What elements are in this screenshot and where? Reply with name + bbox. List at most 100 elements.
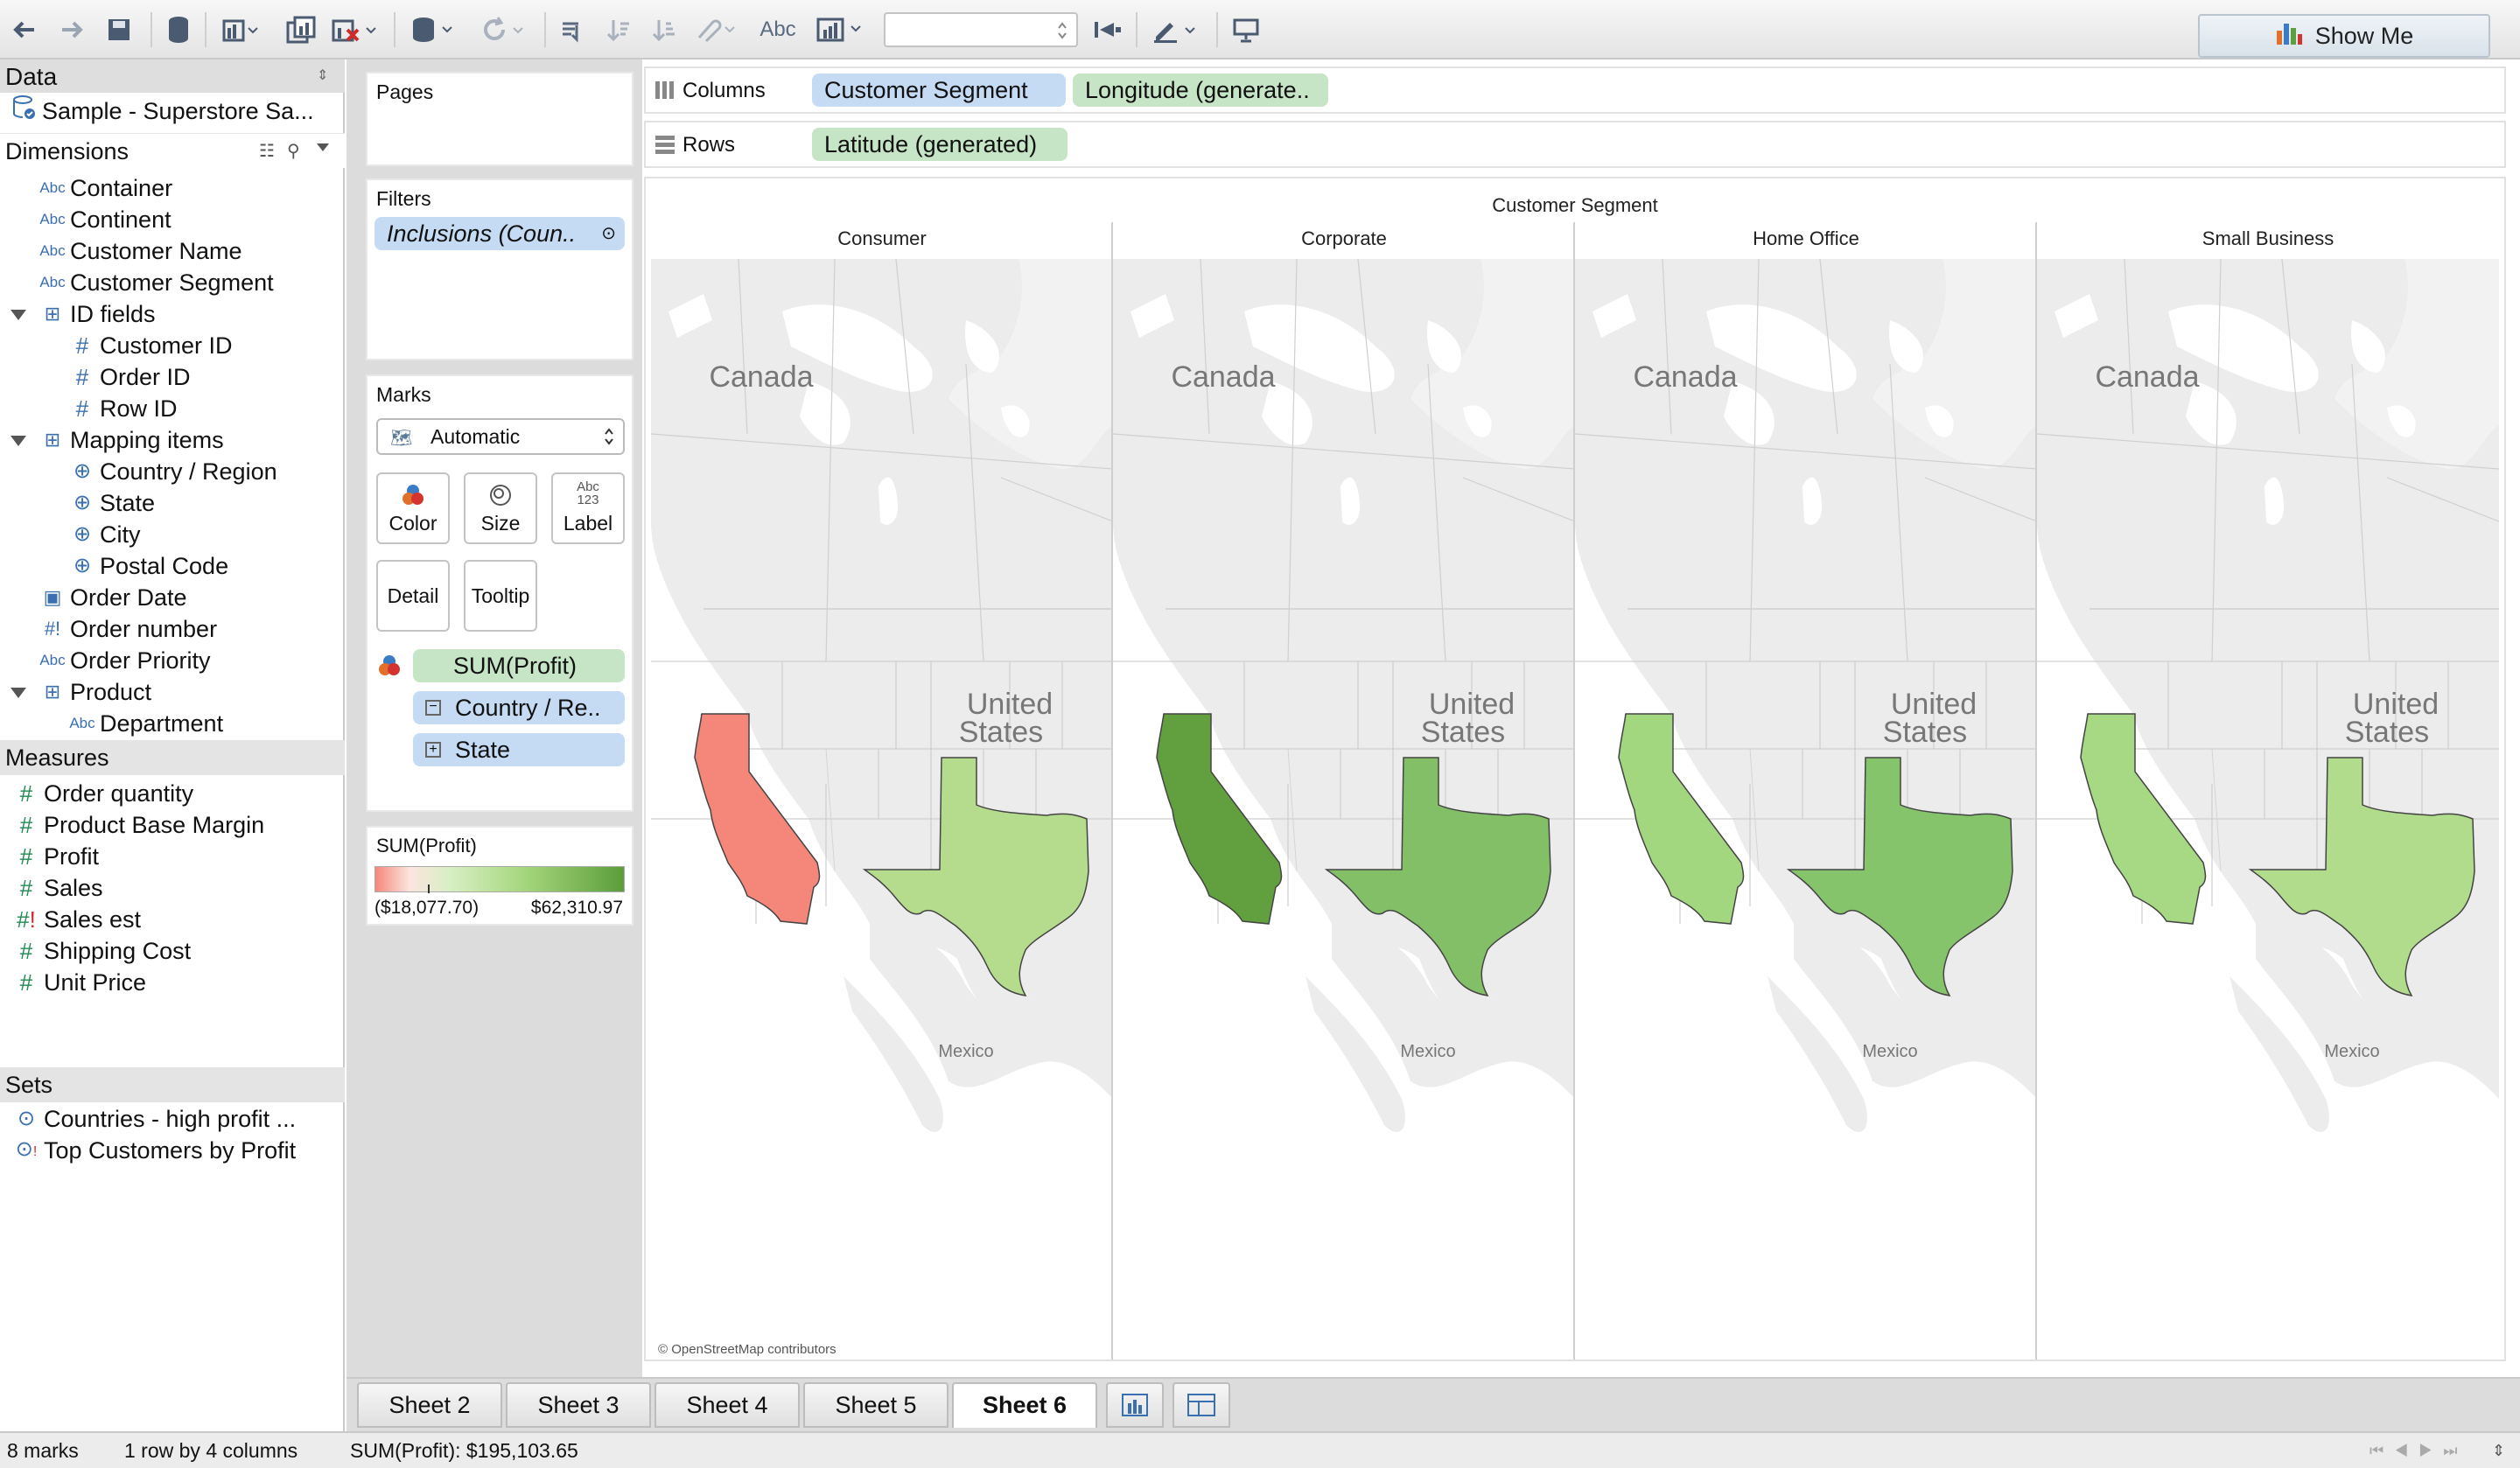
rows-shelf[interactable]: Rows Latitude (generated): [644, 121, 2506, 168]
tab-sheet-3[interactable]: Sheet 3: [506, 1382, 651, 1428]
columns-pill-longitude[interactable]: Longitude (generate..: [1073, 73, 1328, 107]
set-label: Countries - high profit ...: [44, 1106, 297, 1132]
color-button[interactable]: Color: [376, 472, 450, 544]
list-view-icon[interactable]: ☷: [259, 140, 275, 162]
measure-item[interactable]: # Shipping Cost: [9, 936, 191, 966]
dimension-item-city[interactable]: ⊕ City: [65, 520, 141, 549]
dimension-item-mapping-items[interactable]: ⊞ Mapping items: [35, 425, 224, 455]
highlight-icon[interactable]: [1148, 10, 1204, 49]
set-item[interactable]: ⊙ Countries - high profit ...: [9, 1104, 296, 1134]
sort-ascending-icon[interactable]: [600, 10, 635, 49]
tab-sheet-5[interactable]: Sheet 5: [803, 1382, 948, 1428]
expand-icon[interactable]: +: [425, 742, 441, 758]
dimension-label: City: [100, 521, 141, 548]
dimension-item-country-region[interactable]: ⊕ Country / Region: [65, 457, 277, 486]
tab-sheet-6[interactable]: Sheet 6: [952, 1382, 1097, 1428]
dimension-item-order-number[interactable]: #! Order number: [35, 614, 217, 644]
viz-area: Customer Segment Consumer Canada United …: [644, 177, 2506, 1361]
filters-shelf[interactable]: Filters Inclusions (Coun.. ⊙: [366, 178, 634, 360]
dimension-item-customer-id[interactable]: # Customer ID: [65, 331, 233, 360]
measure-item[interactable]: # Unit Price: [9, 968, 146, 997]
save-icon[interactable]: [102, 10, 136, 49]
set-item[interactable]: ⊙! Top Customers by Profit: [9, 1136, 296, 1165]
filter-pill[interactable]: Inclusions (Coun.. ⊙: [374, 217, 625, 250]
detail-pill-state[interactable]: + State: [413, 733, 625, 766]
new-datasource-icon[interactable]: [161, 10, 196, 49]
collapse-triangle-icon[interactable]: [10, 310, 26, 320]
swap-icon[interactable]: [555, 10, 590, 49]
marks-card: Marks 🗺 Automatic Color Size Abc 123 Labe…: [366, 374, 634, 812]
size-icon: [490, 485, 511, 506]
show-me-button[interactable]: Show Me: [2198, 14, 2490, 58]
calendar-icon: ▣: [43, 586, 62, 608]
measure-item[interactable]: # Profit: [9, 842, 99, 871]
map-panel[interactable]: Canada United States Mexico: [651, 259, 1113, 1344]
columns-shelf[interactable]: Columns Customer Segment Longitude (gene…: [644, 66, 2506, 114]
forward-icon[interactable]: [54, 10, 89, 49]
dimension-item-customer-name[interactable]: Abc Customer Name: [35, 236, 242, 266]
measure-item[interactable]: # Product Base Margin: [9, 810, 264, 840]
number-icon: #: [19, 938, 33, 964]
presentation-mode-icon[interactable]: [1228, 10, 1264, 49]
rows-pill-latitude[interactable]: Latitude (generated): [812, 128, 1068, 161]
dimension-item-department[interactable]: Abc Department: [65, 709, 223, 738]
clear-sheet-icon[interactable]: [327, 10, 383, 49]
fit-dropdown[interactable]: [884, 12, 1078, 47]
refresh-icon[interactable]: [478, 10, 530, 49]
dimension-item-id-fields[interactable]: ⊞ ID fields: [35, 299, 156, 329]
map-label-canada: Canada: [2095, 360, 2199, 394]
dimension-item-order-id[interactable]: # Order ID: [65, 362, 191, 392]
number-warning-icon: #!: [17, 906, 36, 933]
fix-axes-icon[interactable]: [1090, 10, 1125, 49]
dimension-item-row-id[interactable]: # Row ID: [65, 394, 178, 423]
tooltip-button[interactable]: Tooltip: [464, 560, 537, 632]
dimension-item-product[interactable]: ⊞ Product: [35, 677, 151, 707]
color-legend[interactable]: SUM(Profit) ($18,077.70) $62,310.97: [366, 826, 634, 926]
collapse-triangle-icon[interactable]: [10, 436, 26, 446]
detail-button[interactable]: Detail: [376, 560, 450, 632]
dimension-item-order-date[interactable]: ▣ Order Date: [35, 583, 187, 612]
mark-type-dropdown[interactable]: 🗺 Automatic: [376, 418, 625, 455]
search-icon[interactable]: ⚲: [287, 140, 300, 162]
label-button[interactable]: Abc 123 Label: [551, 472, 625, 544]
data-pane-menu-icon[interactable]: ⇕: [317, 66, 328, 84]
collapse-icon[interactable]: −: [425, 700, 441, 716]
pane-splitter[interactable]: [346, 59, 362, 1431]
dimension-item-state[interactable]: ⊕ State: [65, 488, 155, 518]
measure-item[interactable]: #! Sales est: [9, 905, 141, 934]
number-icon: #: [19, 969, 33, 996]
dimensions-menu-icon[interactable]: [317, 143, 329, 151]
collapse-triangle-icon[interactable]: [10, 688, 26, 698]
back-icon[interactable]: [7, 10, 42, 49]
dimension-item-customer-segment[interactable]: Abc Customer Segment: [35, 268, 273, 297]
number-icon: #: [75, 395, 89, 422]
measure-item[interactable]: # Order quantity: [9, 779, 193, 808]
dimension-item-order-priority[interactable]: Abc Order Priority: [35, 646, 210, 675]
columns-pill-segment[interactable]: Customer Segment: [812, 73, 1066, 107]
dimension-item-postal-code[interactable]: ⊕ Postal Code: [65, 551, 228, 581]
tab-sheet-4[interactable]: Sheet 4: [654, 1382, 800, 1428]
size-button[interactable]: Size: [464, 472, 537, 544]
view-size-icon[interactable]: [814, 10, 873, 49]
new-worksheet-tab[interactable]: [1106, 1382, 1164, 1428]
status-menu-icon[interactable]: ⇕: [2492, 1433, 2505, 1468]
map-panel[interactable]: Canada United States Mexico: [2037, 259, 2499, 1344]
new-worksheet-icon[interactable]: [215, 10, 268, 49]
dimension-item-container[interactable]: Abc Container: [35, 173, 172, 203]
show-mark-labels-button[interactable]: Abc: [758, 10, 798, 49]
dimension-item-continent[interactable]: Abc Continent: [35, 205, 171, 234]
data-source-icon[interactable]: [408, 10, 460, 49]
sheet-navigation-icon[interactable]: ⏮◀▶⏭: [2370, 1433, 2468, 1468]
group-members-icon[interactable]: [691, 10, 744, 49]
map-panel[interactable]: Canada United States Mexico: [1113, 259, 1575, 1344]
map-panel[interactable]: Canada United States Mexico: [1575, 259, 2037, 1344]
new-dashboard-tab[interactable]: [1172, 1382, 1230, 1428]
detail-pill-country[interactable]: − Country / Re..: [413, 691, 625, 724]
duplicate-sheet-icon[interactable]: [282, 10, 320, 49]
color-pill[interactable]: SUM(Profit): [413, 649, 625, 682]
sort-descending-icon[interactable]: [646, 10, 681, 49]
datasource-item[interactable]: Sample - Superstore Sa...: [12, 95, 314, 126]
measure-item[interactable]: # Sales: [9, 873, 103, 903]
pages-shelf[interactable]: Pages: [366, 72, 634, 166]
tab-sheet-2[interactable]: Sheet 2: [357, 1382, 502, 1428]
